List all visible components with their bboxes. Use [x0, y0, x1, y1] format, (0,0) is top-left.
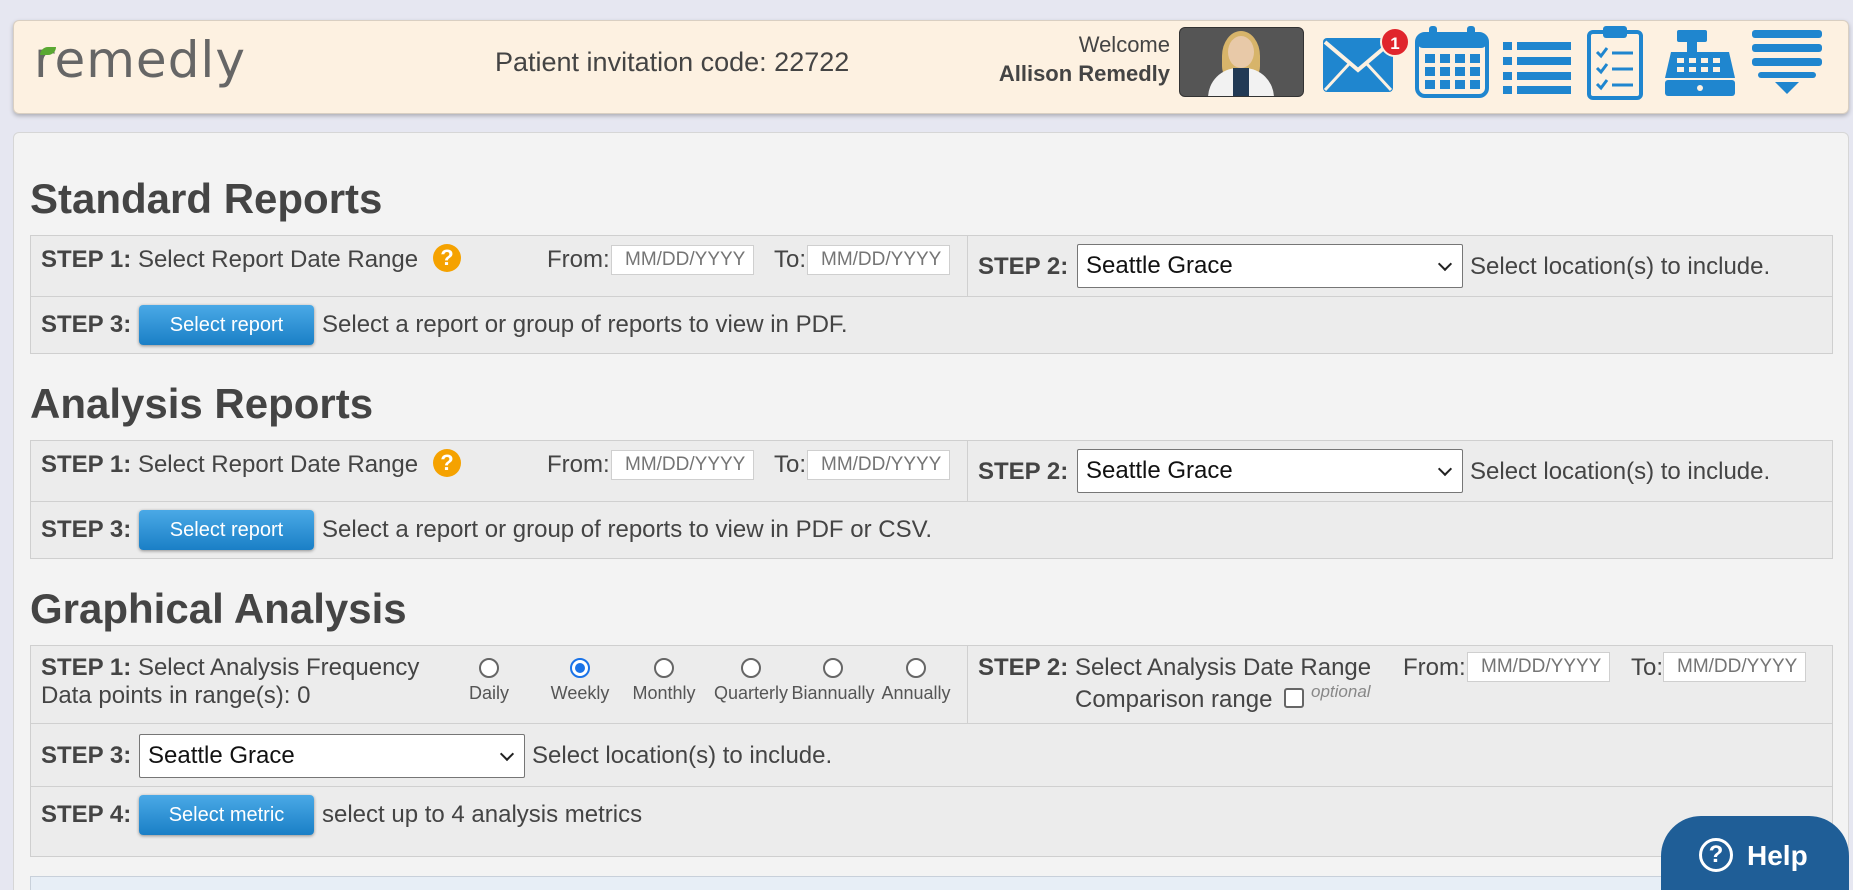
graphical-step-row-2: STEP 3: Seattle Grace Select location(s)…: [31, 724, 1832, 787]
analysis-select-report-button[interactable]: Select report: [139, 510, 314, 550]
step1-text: Select Report Date Range: [137, 246, 419, 273]
standard-step-row-1: STEP 1: Select Report Date Range ? From:…: [31, 236, 1832, 297]
help-label: Help: [1747, 840, 1808, 871]
radio-biannually[interactable]: [823, 658, 843, 678]
to-label: To:: [1631, 654, 1664, 681]
data-points-text: Data points in range(s): 0: [41, 682, 311, 709]
graphical-step-row-1: STEP 1: Select Analysis Frequency Data p…: [31, 646, 1832, 724]
date-range-help-icon[interactable]: ?: [433, 449, 461, 477]
step2-text: Select Analysis Date Range: [1074, 654, 1372, 681]
graphical-location-select[interactable]: Seattle Grace: [139, 734, 525, 778]
step3-label: STEP 3:: [41, 516, 132, 543]
location-value: Seattle Grace: [1086, 457, 1233, 484]
step1-label: STEP 1:: [41, 654, 132, 681]
analysis-step-row-2: STEP 3: Select report Select a report or…: [31, 502, 1832, 559]
step1-label: STEP 1:: [41, 246, 132, 273]
to-label: To:: [774, 246, 807, 273]
chart-area-strip: [30, 876, 1670, 890]
user-name: Allison Remedly: [998, 61, 1170, 86]
step4-label: STEP 4:: [41, 801, 132, 828]
patient-invitation-code: Patient invitation code: 22722: [495, 47, 850, 77]
step3-label: STEP 3:: [41, 311, 132, 338]
analysis-location-select[interactable]: Seattle Grace: [1077, 449, 1463, 493]
graphical-to-date-input[interactable]: [1663, 652, 1806, 682]
message-count-badge: 1: [1380, 27, 1410, 57]
from-label: From:: [547, 246, 610, 273]
standard-reports-box: STEP 1: Select Report Date Range ? From:…: [30, 235, 1833, 354]
step4-text: select up to 4 analysis metrics: [322, 801, 643, 828]
frequency-weekly[interactable]: Weekly: [540, 658, 620, 704]
calendar-icon[interactable]: [1415, 26, 1489, 98]
step1-text: Select Analysis Frequency: [137, 654, 420, 681]
analysis-reports-box: STEP 1: Select Report Date Range ? From:…: [30, 440, 1833, 559]
graphical-from-date-input[interactable]: [1467, 652, 1610, 682]
logo-text: remedly: [34, 31, 246, 89]
standard-to-date-input[interactable]: [807, 245, 950, 275]
step1-label: STEP 1:: [41, 451, 132, 478]
standard-location-select[interactable]: Seattle Grace: [1077, 244, 1463, 288]
radio-daily[interactable]: [479, 658, 499, 678]
step3-text: Select a report or group of reports to v…: [322, 311, 848, 338]
analysis-step-row-1: STEP 1: Select Report Date Range ? From:…: [31, 441, 1832, 502]
top-bar: remedly Patient invitation code: 22722 W…: [13, 20, 1849, 114]
standard-step-row-2: STEP 3: Select report Select a report or…: [31, 297, 1832, 354]
graphical-analysis-title: Graphical Analysis: [30, 585, 407, 632]
select-metric-button[interactable]: Select metric: [139, 795, 314, 835]
standard-reports-title: Standard Reports: [30, 175, 383, 222]
graphical-step-row-3: STEP 4: Select metric select up to 4 ana…: [31, 787, 1832, 847]
from-label: From:: [547, 451, 610, 478]
chevron-down-icon: [499, 746, 515, 762]
step2-label: STEP 2:: [978, 458, 1069, 485]
standard-select-report-button[interactable]: Select report: [139, 305, 314, 345]
clipboard-checklist-icon[interactable]: [1587, 24, 1643, 100]
welcome-block: Welcome Allison Remedly: [999, 32, 1170, 87]
optional-note: optional: [1311, 682, 1371, 701]
to-label: To:: [774, 451, 807, 478]
remedly-logo[interactable]: remedly: [34, 31, 246, 89]
standard-from-date-input[interactable]: [611, 245, 754, 275]
menu-icon[interactable]: [1752, 30, 1822, 96]
step3-label: STEP 3:: [41, 742, 132, 769]
step2-label: STEP 2:: [978, 654, 1069, 681]
list-icon[interactable]: [1503, 40, 1571, 96]
frequency-annually[interactable]: Annually: [868, 658, 964, 704]
radio-annually[interactable]: [906, 658, 926, 678]
location-value: Seattle Grace: [1086, 252, 1233, 279]
step3-text: Select a report or group of reports to v…: [322, 516, 933, 543]
from-label: From:: [1403, 654, 1466, 681]
radio-quarterly[interactable]: [741, 658, 761, 678]
comparison-range-checkbox[interactable]: [1284, 688, 1304, 708]
user-avatar[interactable]: [1179, 27, 1304, 97]
radio-weekly[interactable]: [570, 658, 590, 678]
question-circle-icon: ?: [1699, 838, 1733, 872]
analysis-from-date-input[interactable]: [611, 450, 754, 480]
step2-label: STEP 2:: [978, 253, 1069, 280]
step3-text: Select location(s) to include.: [532, 742, 833, 769]
step2-text: Select location(s) to include.: [1470, 458, 1771, 485]
frequency-monthly[interactable]: Monthly: [622, 658, 706, 704]
radio-monthly[interactable]: [654, 658, 674, 678]
frequency-daily[interactable]: Daily: [459, 658, 519, 704]
chevron-down-icon: [1437, 256, 1453, 272]
welcome-text: Welcome: [1078, 32, 1170, 57]
comparison-range-label: Comparison range: [1075, 686, 1273, 713]
help-button[interactable]: ? Help: [1661, 816, 1849, 890]
chevron-down-icon: [1437, 461, 1453, 477]
cash-register-icon[interactable]: [1663, 30, 1737, 98]
location-value: Seattle Grace: [148, 742, 295, 769]
step1-text: Select Report Date Range: [137, 451, 419, 478]
step2-text: Select location(s) to include.: [1470, 253, 1771, 280]
graphical-analysis-box: STEP 1: Select Analysis Frequency Data p…: [30, 645, 1833, 857]
date-range-help-icon[interactable]: ?: [433, 244, 461, 272]
analysis-reports-title: Analysis Reports: [30, 380, 374, 427]
analysis-to-date-input[interactable]: [807, 450, 950, 480]
